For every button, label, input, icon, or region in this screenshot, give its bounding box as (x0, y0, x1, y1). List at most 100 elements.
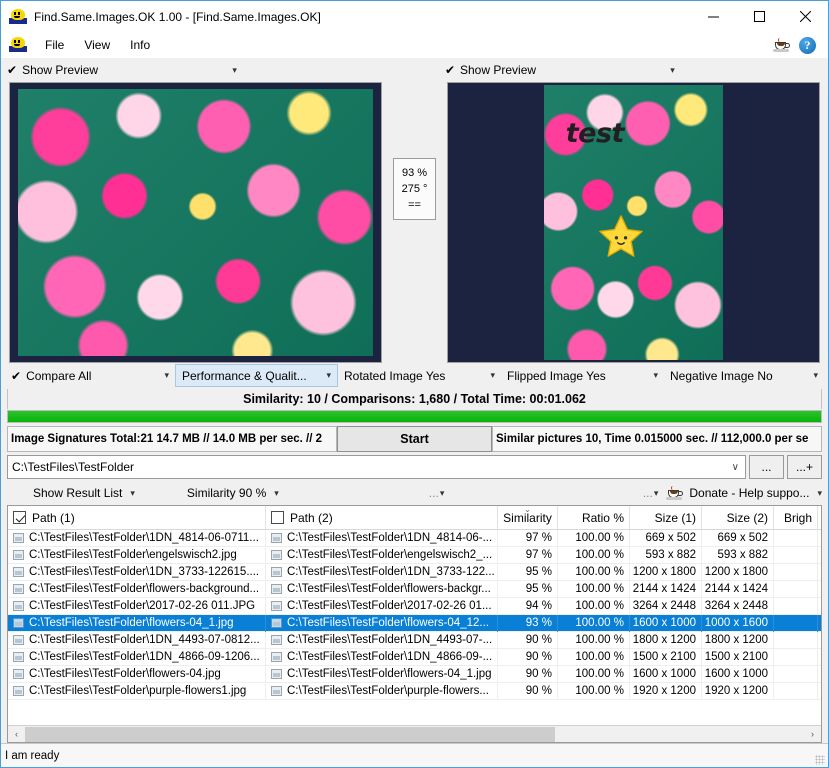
middle-overflow-dropdown[interactable]: ... ▾ (429, 486, 445, 500)
chevron-down-icon[interactable]: ▾ (154, 370, 169, 381)
cell-size1-text: 669 x 502 (645, 532, 696, 544)
right-overflow-dropdown[interactable]: ... ▾ (643, 486, 659, 500)
image-file-icon (271, 669, 282, 679)
option-compare-all[interactable]: ✔ Compare All ▾ (5, 364, 175, 387)
table-row[interactable]: C:\TestFiles\TestFolder\1DN_3733-122615.… (8, 563, 821, 581)
right-preview-image[interactable]: test (446, 82, 820, 363)
cell-size2: 1920 x 1200 (702, 682, 774, 700)
column-header-size2-label: Size (2) (726, 510, 768, 525)
coffee-donate-icon[interactable] (773, 37, 791, 53)
similarity-filter-dropdown[interactable]: Similarity 90 % ▾ (187, 486, 279, 500)
scroll-left-arrow[interactable]: ‹ (8, 726, 25, 743)
right-show-preview-toggle[interactable]: ✔ Show Preview ▾ (438, 58, 828, 82)
show-result-list-dropdown[interactable]: Show Result List ▾ (33, 486, 135, 500)
resize-grip[interactable] (815, 755, 825, 765)
maximize-button[interactable] (736, 1, 782, 32)
image-file-icon (13, 618, 24, 628)
cell-size2: 2144 x 1424 (702, 580, 774, 598)
image-signatures-status: Image Signatures Total:21 14.7 MB // 14.… (7, 426, 337, 452)
option-performance-quality[interactable]: Performance & Qualit... ▾ (175, 364, 338, 387)
column-header-size1-label: Size (1) (654, 510, 696, 525)
scroll-thumb[interactable] (25, 726, 555, 742)
progress-fill (8, 411, 821, 422)
option-rotated-image[interactable]: Rotated Image Yes ▾ (338, 364, 501, 387)
column-header-similarity[interactable]: ⌄ Similarity (498, 506, 558, 529)
close-button[interactable] (782, 1, 828, 32)
table-row[interactable]: C:\TestFiles\TestFolder\2017-02-26 011.J… (8, 597, 821, 615)
cell-brightness (774, 614, 818, 632)
select-all-path1-checkbox[interactable] (13, 511, 26, 524)
cell-similarity-text: 90 % (525, 685, 552, 697)
cell-size2-text: 3264 x 2448 (704, 600, 768, 612)
chevron-down-icon[interactable]: ∨ (732, 462, 745, 473)
cell-path1-text: C:\TestFiles\TestFolder\1DN_4493-07-0812… (29, 634, 260, 646)
table-row[interactable]: C:\TestFiles\TestFolder\1DN_4866-09-1206… (8, 648, 821, 666)
donate-button[interactable]: Donate - Help suppo... ▾ (666, 485, 822, 501)
column-header-size1[interactable]: Size (1) (630, 506, 702, 529)
option-negative-image[interactable]: Negative Image No ▾ (664, 364, 824, 387)
cell-ratio-text: 100.00 % (575, 532, 624, 544)
chevron-down-icon[interactable]: ▾ (316, 370, 331, 381)
cell-ratio-text: 100.00 % (575, 566, 624, 578)
browse-button[interactable]: ... (749, 455, 784, 479)
chevron-down-icon[interactable]: ▾ (232, 65, 237, 76)
image-file-icon (271, 533, 282, 543)
scroll-right-arrow[interactable]: › (804, 726, 821, 743)
table-row[interactable]: C:\TestFiles\TestFolder\flowers-04.jpg C:… (8, 665, 821, 683)
cell-ratio: 100.00 % (558, 665, 630, 683)
chevron-down-icon[interactable]: ▾ (654, 488, 659, 499)
chevron-down-icon[interactable]: ▾ (440, 488, 445, 499)
table-row[interactable]: C:\TestFiles\TestFolder\purple-flowers1.… (8, 682, 821, 700)
chevron-down-icon[interactable]: ▾ (817, 488, 822, 499)
right-preview-pane: ✔ Show Preview ▾ test (438, 58, 828, 363)
image-file-icon (271, 686, 282, 696)
chevron-down-icon[interactable]: ▾ (130, 488, 135, 499)
menu-item-file[interactable]: File (35, 35, 74, 55)
browse-add-button[interactable]: ...+ (787, 455, 822, 479)
cell-similarity: 90 % (498, 648, 558, 666)
image-file-icon (13, 567, 24, 577)
menu-item-info[interactable]: Info (120, 35, 160, 55)
column-header-ratio[interactable]: Ratio % (558, 506, 630, 529)
cell-path2-text: C:\TestFiles\TestFolder\1DN_4814-06-... (287, 532, 493, 544)
cell-similarity: 95 % (498, 563, 558, 581)
table-row[interactable]: C:\TestFiles\TestFolder\1DN_4493-07-0812… (8, 631, 821, 649)
select-all-path2-checkbox[interactable] (271, 511, 284, 524)
column-header-size2[interactable]: Size (2) (702, 506, 774, 529)
cell-size2-text: 1800 x 1200 (704, 634, 768, 646)
column-header-path1[interactable]: Path (1) (8, 506, 266, 529)
option-flipped-image[interactable]: Flipped Image Yes ▾ (501, 364, 664, 387)
left-preview-image[interactable] (9, 82, 383, 363)
cell-size1-text: 1920 x 1200 (632, 685, 696, 697)
cell-size2: 593 x 882 (702, 546, 774, 564)
similarity-summary: Similarity: 10 / Comparisons: 1,680 / To… (7, 389, 822, 409)
column-header-brightness[interactable]: Brigh (774, 506, 818, 529)
cell-size1: 1800 x 1200 (630, 631, 702, 649)
cell-path2-text: C:\TestFiles\TestFolder\flowers-backgr..… (287, 583, 491, 595)
left-show-preview-toggle[interactable]: ✔ Show Preview ▾ (1, 58, 391, 82)
chevron-down-icon[interactable]: ▾ (480, 370, 495, 381)
cell-brightness (774, 665, 818, 683)
chevron-down-icon[interactable]: ▾ (643, 370, 658, 381)
column-header-path2[interactable]: Path (2) (266, 506, 498, 529)
image-file-icon (271, 601, 282, 611)
table-row[interactable]: C:\TestFiles\TestFolder\engelswisch2.jpg… (8, 546, 821, 564)
cell-ratio-text: 100.00 % (575, 634, 624, 646)
cell-path2: C:\TestFiles\TestFolder\1DN_4814-06-... (266, 530, 498, 547)
folder-path-input[interactable]: C:\TestFiles\TestFolder ∨ (7, 455, 746, 479)
help-question-icon[interactable]: ? (799, 36, 816, 54)
start-button[interactable]: Start (337, 426, 492, 452)
table-row[interactable]: C:\TestFiles\TestFolder\1DN_4814-06-0711… (8, 530, 821, 547)
table-row[interactable]: C:\TestFiles\TestFolder\flowers-backgrou… (8, 580, 821, 598)
scroll-track[interactable] (25, 725, 804, 742)
chevron-down-icon[interactable]: ▾ (670, 65, 675, 76)
cell-similarity-text: 95 % (525, 583, 552, 595)
chevron-down-icon[interactable]: ▾ (274, 488, 279, 499)
menu-item-view[interactable]: View (74, 35, 120, 55)
cell-path2-text: C:\TestFiles\TestFolder\flowers-04_12... (287, 617, 489, 629)
chevron-down-icon[interactable]: ▾ (803, 370, 818, 381)
table-row[interactable]: C:\TestFiles\TestFolder\flowers-04_1.jpg… (8, 614, 821, 632)
minimize-button[interactable] (690, 1, 736, 32)
horizontal-scrollbar[interactable]: ‹ › (8, 725, 821, 742)
match-info-box: 93 % 275 ° == (393, 158, 436, 220)
